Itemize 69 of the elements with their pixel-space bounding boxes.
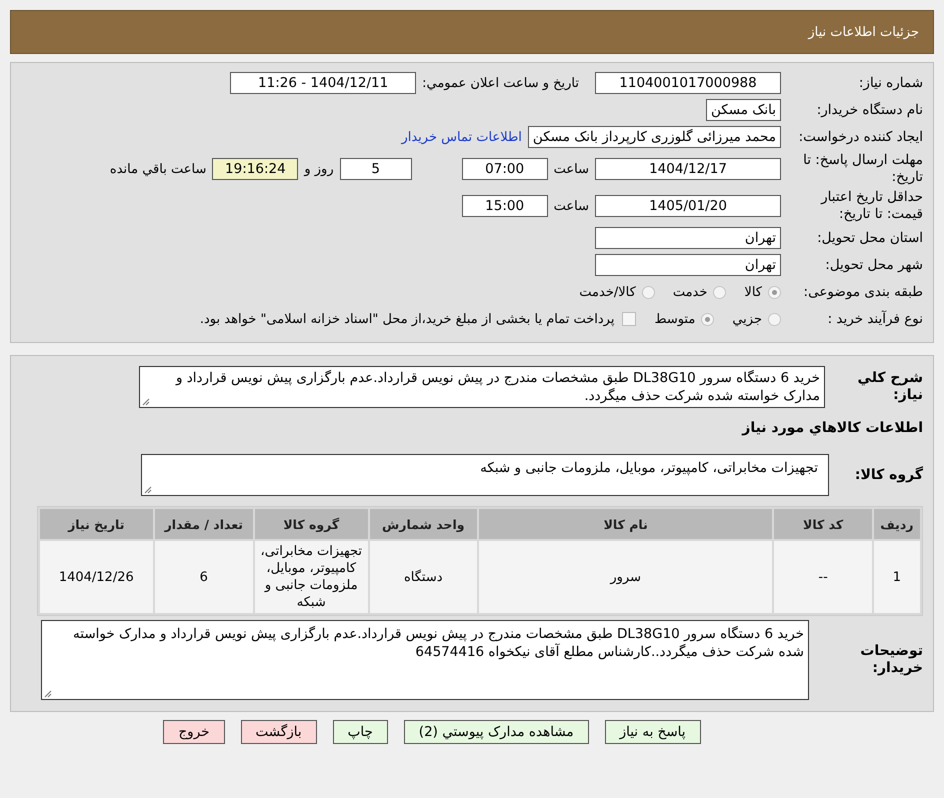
action-button[interactable]: پاسخ به نياز	[604, 720, 701, 744]
radio-button[interactable]	[701, 312, 714, 326]
field-label: مهلت ارسال پاسخ: تا تاریخ:	[802, 152, 923, 186]
table-cell: تجهیزات مخابراتی، کامپیوتر، موبایل، ملزومات جانبی و شبکه	[255, 541, 368, 613]
days-field: 5	[340, 158, 412, 180]
resize-grip-icon[interactable]	[142, 398, 150, 406]
time-label: ساعت	[552, 198, 590, 214]
resize-grip-icon[interactable]	[144, 486, 152, 494]
field-label: نام دستگاه خريدار:	[816, 102, 923, 118]
table-cell: 6	[154, 541, 254, 613]
checkbox[interactable]	[622, 312, 636, 326]
city-field: تهران	[595, 254, 781, 276]
field-label: گروه کالا:	[854, 466, 923, 484]
announce-date-field: 1404/12/11 - 11:26	[230, 72, 416, 94]
action-button[interactable]: بازگشت	[240, 720, 317, 744]
field-label: طبقه بندی موضوعی:	[802, 284, 923, 300]
field-label: تاریخ و ساعت اعلان عمومي:	[421, 76, 580, 90]
section-heading: اطلاعات کالاهاي مورد نياز	[742, 420, 923, 436]
field-label: استان محل تحویل:	[816, 230, 923, 246]
province-field: تهران	[595, 227, 781, 249]
days-label: روز و	[302, 162, 335, 176]
checkbox-label: پرداخت تمام يا بخشی از مبلغ خريد،از محل "اسناد خزانه اسلامی" خواهد بود.	[200, 312, 614, 326]
field-label: ایجاد کننده درخواست:	[798, 128, 923, 146]
table-cell: 1404/12/26	[40, 541, 153, 613]
radio-label: کالا	[744, 284, 762, 300]
validity-date-field: 1405/01/20	[595, 195, 781, 217]
validity-time-field: 15:00	[462, 195, 548, 217]
field-label: شهر محل تحویل:	[824, 256, 923, 274]
field-label: حداقل تاريخ اعتبار قیمت: تا تاریخ:	[820, 189, 923, 223]
column-header: رديف	[874, 509, 920, 539]
radio-label: کالا/خدمت	[579, 284, 636, 300]
radio-button[interactable]	[768, 286, 781, 298]
resize-grip-icon[interactable]	[44, 690, 52, 698]
radio-button[interactable]	[642, 286, 655, 298]
field-label: شماره نیاز:	[858, 74, 923, 92]
column-header: تعداد / مقدار	[154, 509, 254, 539]
need-number-field: 1104001017000988	[595, 72, 781, 94]
remaining-label: ساعت باقي مانده	[108, 162, 208, 176]
field-label: شرح کلي نياز:	[856, 370, 923, 404]
summary-textarea[interactable]: خرید 6 دستگاه سرور DL38G10 طبق مشخصات مندرج در پیش نویس قرارداد.عدم بارگزاری پیش نویس قرارداد و مدارک خواسته شده شرکت حذف میگردد.	[139, 366, 825, 408]
field-label: نوع فرآيند خريد :	[826, 310, 923, 328]
table-cell: --	[774, 541, 872, 613]
deadline-date-field: 1404/12/17	[595, 158, 781, 180]
table-cell: سرور	[479, 541, 772, 613]
column-header: واحد شمارش	[370, 509, 478, 539]
action-button[interactable]: چاپ	[332, 720, 388, 744]
remaining-time-field: 19:16:24	[212, 158, 298, 180]
column-header: نام کالا	[479, 509, 772, 539]
field-label: توضيحات خريدار:	[859, 642, 923, 678]
goods-group-textarea[interactable]: تجهیزات مخابراتی، کامپیوتر، موبایل، ملزومات جانبی و شبکه	[141, 454, 829, 496]
page-title: جزئیات اطلاعات نیاز	[808, 24, 919, 40]
radio-label: خدمت	[672, 284, 708, 300]
column-header: گروه کالا	[255, 509, 368, 539]
radio-button[interactable]	[768, 312, 781, 326]
radio-label: متوسط	[654, 312, 696, 326]
action-button[interactable]: مشاهده مدارک پيوستي (2)	[404, 720, 589, 744]
table-cell: 1	[874, 541, 920, 613]
deadline-time-field: 07:00	[462, 158, 548, 180]
time-label: ساعت	[552, 162, 590, 176]
buyer-org-field: بانک مسکن	[706, 99, 781, 121]
column-header: کد کالا	[774, 509, 872, 539]
action-button[interactable]: خروج	[163, 720, 224, 744]
buyer-notes-textarea[interactable]: خرید 6 دستگاه سرور DL38G10 طبق مشخصات مندرج در پیش نویس قرارداد.عدم بارگزاری پیش نویس قرارداد و مدارک خواسته شده شرکت حذف میگردد..کارشناس مطلع آقای نیکخواه 64574416	[41, 620, 809, 700]
table-cell: دستگاه	[370, 541, 478, 613]
requester-field: محمد میرزائی گلوزری کارپرداز بانک مسکن	[528, 126, 781, 148]
contact-link[interactable]: اطلاعات تماس خريدار	[401, 130, 528, 144]
radio-button[interactable]	[713, 286, 726, 298]
radio-label: جزيي	[732, 312, 762, 326]
column-header: تاريخ نياز	[40, 509, 153, 539]
